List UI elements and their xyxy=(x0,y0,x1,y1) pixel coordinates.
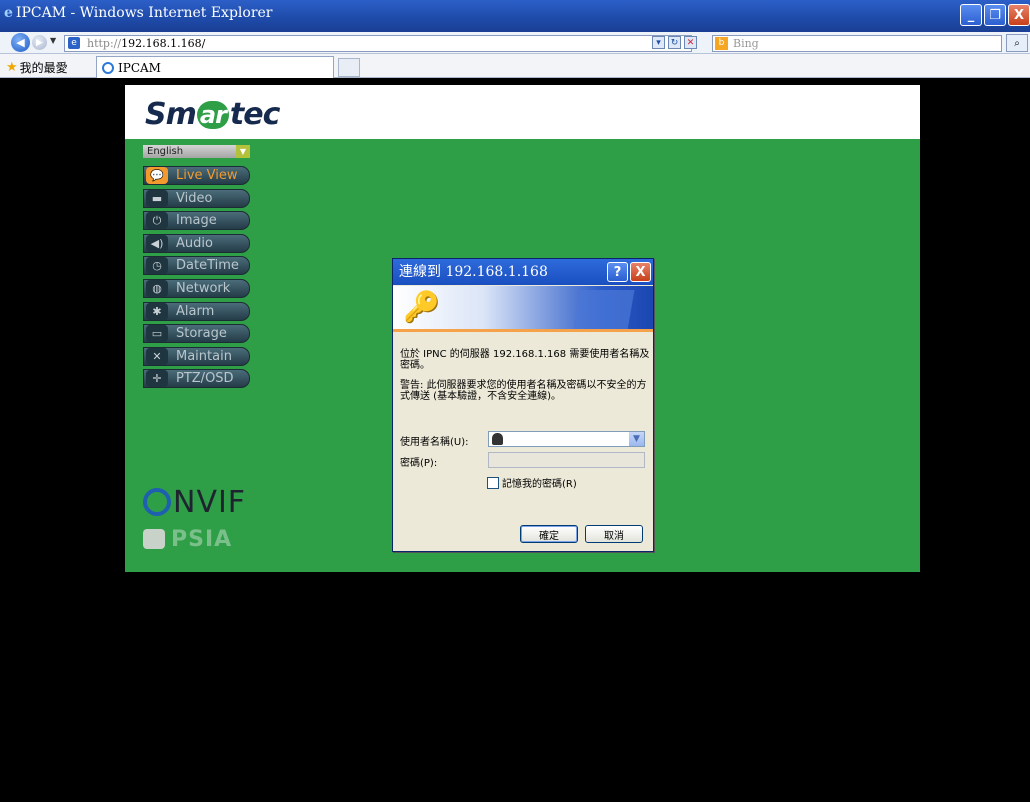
language-select[interactable]: English ▼ xyxy=(143,145,250,158)
cancel-button[interactable]: 取消 xyxy=(585,525,643,543)
favorites-bar: ★ 我的最愛 IPCAM xyxy=(0,54,1030,78)
tab-ipcam[interactable]: IPCAM xyxy=(96,56,334,78)
new-tab-button[interactable] xyxy=(338,58,360,77)
dialog-message: 位於 IPNC 的伺服器 192.168.1.168 需要使用者名稱及密碼。 警… xyxy=(400,349,650,411)
menu-item-alarm[interactable]: ✱ Alarm xyxy=(143,301,250,321)
address-input[interactable]: e http://192.168.1.168/ xyxy=(64,35,692,52)
history-dropdown-icon[interactable]: ▼ xyxy=(50,36,56,45)
username-combo[interactable]: ▼ xyxy=(488,431,645,447)
menu-item-ptz-osd[interactable]: ✛ PTZ/OSD xyxy=(143,369,250,389)
login-dialog: 連線到 192.168.1.168 ? X 🔑 位於 IPNC 的伺服器 192… xyxy=(392,258,654,552)
dialog-banner: 🔑 xyxy=(393,286,653,332)
menu-item-image[interactable]: ⏻ Image xyxy=(143,211,250,231)
onvif-text: NVIF xyxy=(173,485,247,520)
stop-icon[interactable]: ✕ xyxy=(684,36,697,49)
username-label: 使用者名稱(U): xyxy=(400,437,469,448)
close-window-button[interactable]: X xyxy=(1008,4,1030,26)
psia-logo: PSIA xyxy=(143,527,232,552)
menu-item-maintain[interactable]: ✕ Maintain xyxy=(143,346,250,366)
menu-label: Alarm xyxy=(176,303,215,319)
menu-label: PTZ/OSD xyxy=(176,371,234,387)
banner-stripe xyxy=(393,329,653,332)
search-icon[interactable]: ⌕ xyxy=(1006,34,1028,52)
url-text: http://192.168.1.168/ xyxy=(87,37,205,50)
favorites-label: 我的最愛 xyxy=(19,61,68,75)
loading-icon xyxy=(102,61,114,74)
tools-icon: ✕ xyxy=(146,347,168,365)
back-button[interactable]: ◀ xyxy=(11,33,30,52)
search-input[interactable]: b Bing xyxy=(712,35,1002,52)
menu-label: Live View xyxy=(176,168,238,183)
page-icon: e xyxy=(68,37,80,49)
compat-dropdown-icon[interactable]: ▾ xyxy=(652,36,665,49)
menu-item-storage[interactable]: ▭ Storage xyxy=(143,324,250,344)
clock-icon: ◷ xyxy=(146,257,168,275)
remember-label: 記憶我的密碼(R) xyxy=(502,479,577,490)
bing-icon: b xyxy=(715,37,728,50)
tab-title: IPCAM xyxy=(118,60,161,75)
banner-shape xyxy=(573,290,635,330)
psia-icon xyxy=(143,529,165,549)
window-title-text: IPCAM - Windows Internet Explorer xyxy=(15,5,273,21)
logo-part-3: tec xyxy=(229,97,280,132)
side-menu: 💬 Live View ▬ Video ⏻ Image ◀) Audio ◷ D… xyxy=(143,166,250,392)
power-icon: ⏻ xyxy=(146,212,168,230)
remember-password[interactable]: 記憶我的密碼(R) xyxy=(487,475,577,490)
window-title: e IPCAM - Windows Internet Explorer xyxy=(4,5,273,21)
password-label: 密碼(P): xyxy=(400,458,438,469)
user-icon xyxy=(492,433,503,445)
menu-item-audio[interactable]: ◀) Audio xyxy=(143,233,250,253)
menu-item-network[interactable]: ◍ Network xyxy=(143,278,250,298)
menu-item-video[interactable]: ▬ Video xyxy=(143,188,250,208)
onvif-o-icon xyxy=(143,488,171,516)
camera-icon: ▬ xyxy=(146,189,168,207)
drive-icon: ▭ xyxy=(146,325,168,343)
search-placeholder: Bing xyxy=(733,37,759,50)
window-titlebar: e IPCAM - Windows Internet Explorer _ ❐ … xyxy=(0,0,1030,32)
restore-button[interactable]: ❐ xyxy=(984,4,1006,26)
menu-label: Image xyxy=(176,213,217,229)
url-host: 192.168.1.168/ xyxy=(121,37,206,50)
chat-icon: 💬 xyxy=(146,167,168,184)
address-tools: ▾ ↻ ✕ xyxy=(652,36,697,49)
message-server: 位於 IPNC 的伺服器 192.168.1.168 需要使用者名稱及密碼。 xyxy=(400,349,650,371)
message-warning: 警告: 此伺服器要求您的使用者名稱及密碼以不安全的方式傳送 (基本驗證，不含安全… xyxy=(400,380,647,402)
menu-label: Video xyxy=(176,190,213,206)
smartec-logo: Sm ar tec xyxy=(145,97,280,132)
menu-item-live-view[interactable]: 💬 Live View xyxy=(143,166,250,185)
speaker-icon: ◀) xyxy=(146,234,168,252)
logo-part-2: ar xyxy=(196,100,229,129)
logo-part-1: Sm xyxy=(145,97,197,132)
password-field[interactable] xyxy=(488,452,645,468)
language-value: English xyxy=(147,146,184,157)
menu-label: Network xyxy=(176,280,231,296)
forward-button[interactable]: ▶ xyxy=(32,35,47,50)
dialog-close-button[interactable]: X xyxy=(630,262,651,282)
globe-icon: ◍ xyxy=(146,279,168,297)
ok-button[interactable]: 確定 xyxy=(520,525,578,543)
ptz-icon: ✛ xyxy=(146,370,168,388)
chevron-down-icon[interactable]: ▼ xyxy=(629,432,644,446)
alarm-icon: ✱ xyxy=(146,302,168,320)
menu-label: DateTime xyxy=(176,258,239,274)
favorites-button[interactable]: ★ 我的最愛 xyxy=(6,59,68,76)
menu-label: Storage xyxy=(176,326,227,342)
address-toolbar: ◀ ▶ ▼ e http://192.168.1.168/ ▾ ↻ ✕ b Bi… xyxy=(0,32,1030,54)
psia-text: PSIA xyxy=(171,527,233,552)
menu-label: Maintain xyxy=(176,348,232,364)
refresh-icon[interactable]: ↻ xyxy=(668,36,681,49)
keys-icon: 🔑 xyxy=(403,290,441,325)
remember-checkbox[interactable] xyxy=(487,476,499,489)
ie-icon: e xyxy=(4,5,13,21)
site-header: Sm ar tec xyxy=(125,85,920,139)
window-controls: _ ❐ X xyxy=(960,4,1030,26)
menu-item-datetime[interactable]: ◷ DateTime xyxy=(143,256,250,276)
chevron-down-icon: ▼ xyxy=(236,145,250,158)
onvif-logo: NVIF xyxy=(143,485,246,520)
menu-label: Audio xyxy=(176,235,213,251)
url-prefix: http:// xyxy=(87,37,122,50)
help-button[interactable]: ? xyxy=(607,262,628,282)
star-icon: ★ xyxy=(6,60,18,75)
minimize-button[interactable]: _ xyxy=(960,4,982,26)
